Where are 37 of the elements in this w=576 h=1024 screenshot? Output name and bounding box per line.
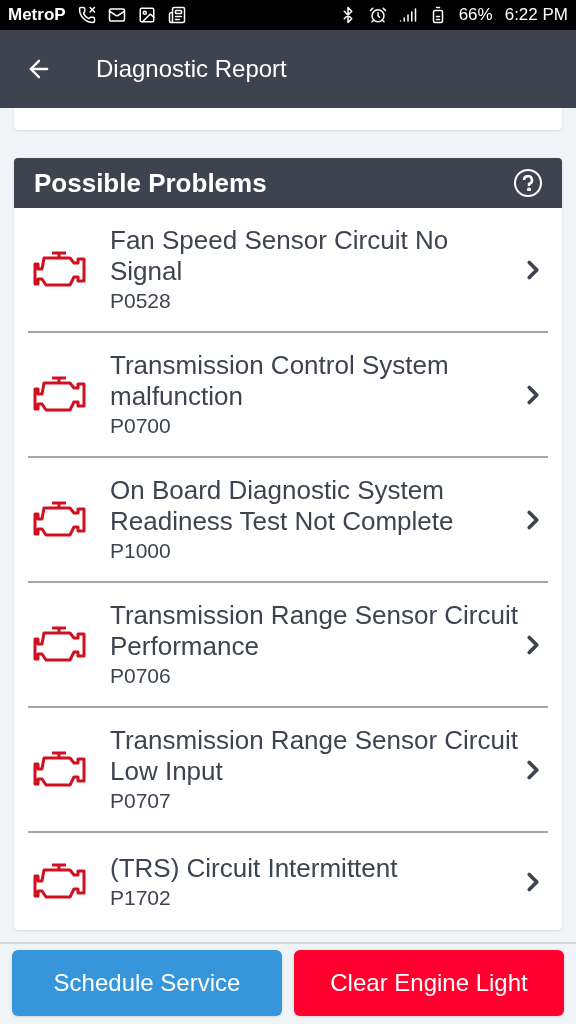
problem-code: P0528 xyxy=(110,288,172,314)
problem-item[interactable]: (TRS) Circuit Intermittent P1702 xyxy=(28,833,548,930)
problem-item[interactable]: Transmission Range Sensor Circuit Low Input P0707 xyxy=(28,708,548,833)
engine-icon xyxy=(32,749,88,790)
problem-item[interactable]: Transmission Control System malfunction P0700 xyxy=(28,333,548,458)
battery-level: 66% xyxy=(458,4,493,27)
problem-code: P0706 xyxy=(110,663,172,689)
problem-code: P0707 xyxy=(110,788,172,814)
help-icon[interactable] xyxy=(514,169,542,197)
problem-title: Transmission Range Sensor Circuit Performance xyxy=(110,600,518,662)
engine-icon xyxy=(32,861,88,902)
mail-icon xyxy=(107,6,126,24)
problem-item[interactable]: Fan Speed Sensor Circuit No Signal P0528 xyxy=(28,208,548,333)
news-icon xyxy=(167,6,186,24)
problem-title: Transmission Control System malfunction xyxy=(110,350,450,412)
signal-icon xyxy=(398,6,417,24)
problem-item[interactable]: On Board Diagnostic System Readiness Test Not Complete P1000 xyxy=(28,458,548,583)
engine-icon xyxy=(32,249,88,290)
problem-code: P0700 xyxy=(110,413,172,439)
engine-icon xyxy=(32,624,88,665)
alarm-icon xyxy=(368,6,387,24)
problem-title: Fan Speed Sensor Circuit No Signal xyxy=(110,225,450,287)
panel-title: Possible Problems xyxy=(34,166,268,200)
carrier-name: MetroP xyxy=(8,4,66,27)
engine-icon xyxy=(32,499,88,540)
screen-title: Diagnostic Report xyxy=(96,54,287,84)
engine-icon xyxy=(32,374,88,415)
problem-title: (TRS) Circuit Intermittent xyxy=(110,852,399,884)
image-icon xyxy=(137,6,156,24)
missed-call-icon xyxy=(77,6,96,24)
action-button[interactable]: Clear Engine Light xyxy=(294,950,564,1016)
problem-title: Transmission Range Sensor Circuit Low Input xyxy=(110,725,518,787)
problem-item[interactable]: Transmission Range Sensor Circuit Performance P0706 xyxy=(28,583,548,708)
problem-code: P1000 xyxy=(110,538,172,564)
problem-code: P1702 xyxy=(110,884,172,911)
problem-title: On Board Diagnostic System Readiness Test Not Complete xyxy=(110,475,455,537)
clock-time: 6:22 PM xyxy=(504,4,568,27)
